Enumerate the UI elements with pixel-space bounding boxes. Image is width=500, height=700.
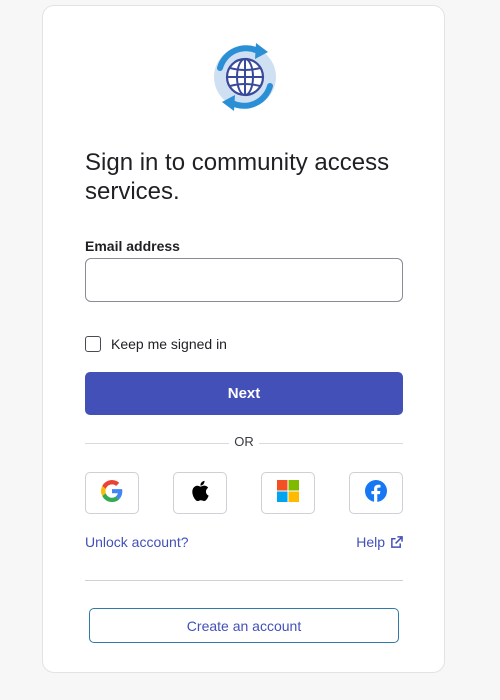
microsoft-icon bbox=[277, 479, 299, 507]
keep-signed-in-checkbox[interactable] bbox=[85, 336, 101, 352]
facebook-sign-in-button[interactable] bbox=[349, 472, 403, 514]
social-login-row bbox=[85, 472, 403, 514]
help-link-label[interactable]: Help bbox=[356, 534, 385, 550]
links-row: Unlock account? Help bbox=[85, 534, 403, 554]
sign-in-card: Sign in to community access services. Em… bbox=[42, 5, 445, 673]
create-account-button[interactable]: Create an account bbox=[89, 608, 399, 643]
apple-sign-in-button[interactable] bbox=[173, 472, 227, 514]
google-sign-in-button[interactable] bbox=[85, 472, 139, 514]
next-button[interactable]: Next bbox=[85, 372, 403, 415]
keep-signed-in-row[interactable]: Keep me signed in bbox=[85, 334, 227, 354]
external-link-icon bbox=[390, 535, 403, 549]
microsoft-sign-in-button[interactable] bbox=[261, 472, 315, 514]
facebook-icon bbox=[365, 479, 387, 507]
email-label: Email address bbox=[85, 238, 180, 254]
email-field[interactable] bbox=[85, 258, 403, 302]
help-link[interactable]: Help bbox=[356, 534, 403, 550]
apple-icon bbox=[190, 480, 210, 507]
or-text: OR bbox=[234, 434, 254, 449]
or-divider: OR bbox=[85, 434, 403, 452]
google-icon bbox=[101, 479, 123, 507]
page: Sign in to community access services. Em… bbox=[0, 0, 500, 700]
globe-refresh-icon bbox=[206, 38, 284, 116]
keep-signed-in-label[interactable]: Keep me signed in bbox=[111, 336, 227, 352]
page-title: Sign in to community access services. bbox=[85, 149, 390, 205]
unlock-account-link[interactable]: Unlock account? bbox=[85, 534, 189, 550]
divider-line-right bbox=[259, 443, 403, 444]
bottom-divider bbox=[85, 580, 403, 581]
